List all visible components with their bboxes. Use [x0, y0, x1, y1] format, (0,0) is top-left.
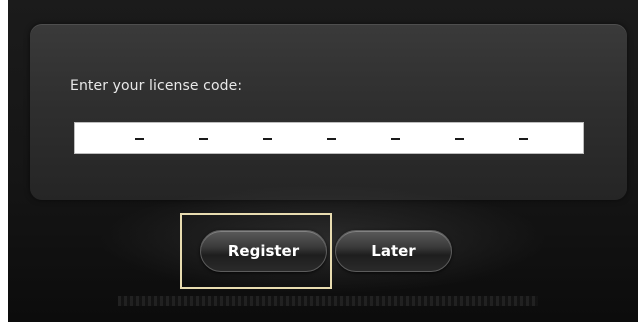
code-separator	[519, 138, 528, 140]
code-separator	[199, 138, 208, 140]
code-separator	[455, 138, 464, 140]
code-separator	[327, 138, 336, 140]
license-dialog: Enter your license code: Register Later	[8, 0, 638, 322]
speaker-grille	[118, 296, 538, 306]
license-prompt-label: Enter your license code:	[70, 78, 243, 94]
register-button[interactable]: Register	[200, 230, 327, 272]
license-code-input[interactable]	[74, 122, 584, 154]
later-button[interactable]: Later	[335, 230, 452, 272]
license-panel: Enter your license code:	[30, 24, 627, 200]
code-separator	[391, 138, 400, 140]
code-separator	[263, 138, 272, 140]
code-separator	[135, 138, 144, 140]
